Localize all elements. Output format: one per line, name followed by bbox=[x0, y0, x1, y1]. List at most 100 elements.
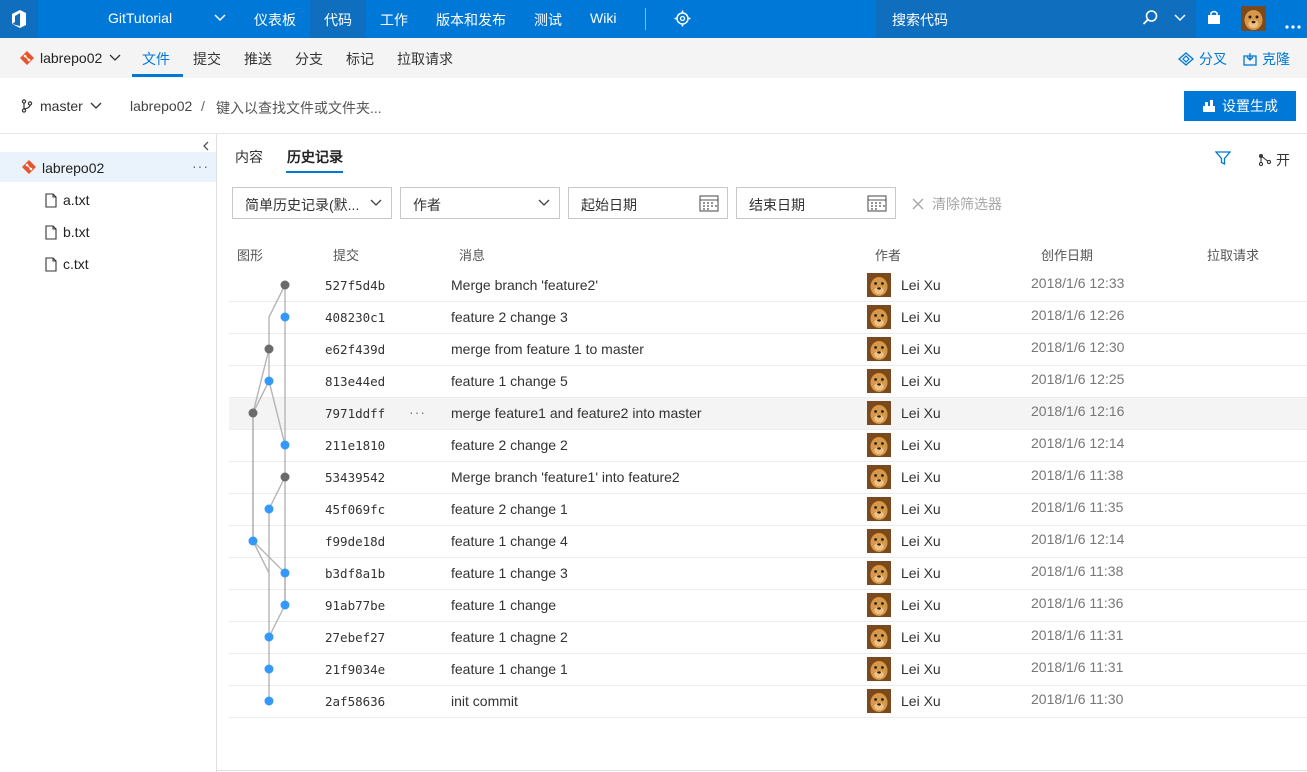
commit-id-link[interactable]: 53439542 bbox=[325, 470, 385, 485]
file-icon bbox=[45, 256, 57, 272]
end-date-input[interactable]: 结束日期 bbox=[736, 187, 896, 219]
commit-message[interactable]: feature 2 change 1 bbox=[451, 501, 568, 517]
tree-file-item[interactable]: a.txt bbox=[45, 192, 89, 208]
commit-row[interactable]: 211e1810 feature 2 change 2 Lei Xu 2018/1/6… bbox=[229, 430, 1307, 462]
commit-id-link[interactable]: 408230c1 bbox=[325, 310, 385, 325]
commit-row[interactable]: 408230c1 feature 2 change 3 Lei Xu 2018/1/6… bbox=[229, 302, 1307, 334]
project-name[interactable]: GitTutorial bbox=[108, 10, 172, 26]
calendar-icon[interactable] bbox=[867, 194, 887, 215]
commit-message[interactable]: feature 1 change 3 bbox=[451, 565, 568, 581]
vsts-logo-icon[interactable] bbox=[0, 0, 38, 38]
commit-node bbox=[280, 440, 290, 450]
commit-date: 2018/1/6 11:38 bbox=[1031, 467, 1124, 483]
commit-id-link[interactable]: 27ebef27 bbox=[325, 630, 385, 645]
tab-files[interactable]: 文件 bbox=[142, 49, 170, 69]
tab-commits[interactable]: 提交 bbox=[193, 49, 221, 69]
commit-message[interactable]: feature 2 change 3 bbox=[451, 309, 568, 325]
commit-row[interactable]: 27ebef27 feature 1 chagne 2 Lei Xu 2018/1/6… bbox=[229, 622, 1307, 654]
commit-message[interactable]: Merge branch 'feature2' bbox=[451, 277, 598, 293]
column-header-date[interactable]: 创作日期 bbox=[1041, 245, 1093, 264]
commit-message[interactable]: feature 1 change 1 bbox=[451, 661, 568, 677]
row-more-options-icon[interactable]: ··· bbox=[409, 404, 426, 420]
marketplace-bag-icon[interactable] bbox=[1206, 10, 1222, 29]
more-options-icon[interactable] bbox=[1285, 16, 1301, 32]
tree-root-more-icon[interactable]: ··· bbox=[192, 158, 209, 174]
nav-wiki[interactable]: Wiki bbox=[590, 10, 616, 26]
nav-build-release[interactable]: 版本和发布 bbox=[436, 10, 506, 30]
commit-row[interactable]: 7971ddff ··· merge feature1 and feature2 i… bbox=[229, 398, 1307, 430]
tab-contents[interactable]: 内容 bbox=[235, 147, 263, 167]
commit-id-link[interactable]: f99de18d bbox=[325, 534, 385, 549]
commit-row[interactable]: 813e44ed feature 1 change 5 Lei Xu 2018/1/6… bbox=[229, 366, 1307, 398]
commit-message[interactable]: Merge branch 'feature1' into feature2 bbox=[451, 469, 680, 485]
chevron-down-icon[interactable] bbox=[213, 11, 227, 28]
filter-icon[interactable] bbox=[1214, 150, 1232, 169]
clear-filters-button[interactable]: 清除筛选器 bbox=[912, 194, 1002, 214]
author-avatar bbox=[867, 497, 891, 521]
open-button[interactable]: 开 bbox=[1258, 150, 1290, 170]
commit-author: Lei Xu bbox=[901, 501, 941, 517]
commit-message[interactable]: feature 1 change bbox=[451, 597, 556, 613]
commit-id-link[interactable]: 211e1810 bbox=[325, 438, 385, 453]
nav-test[interactable]: 测试 bbox=[534, 10, 562, 30]
commit-row[interactable]: 527f5d4b Merge branch 'feature2' Lei Xu 201… bbox=[229, 270, 1307, 302]
tree-file-item[interactable]: c.txt bbox=[45, 256, 89, 272]
tab-history[interactable]: 历史记录 bbox=[287, 147, 343, 167]
clone-label: 克隆 bbox=[1262, 51, 1290, 67]
tree-file-item[interactable]: b.txt bbox=[45, 224, 89, 240]
commit-message[interactable]: merge feature1 and feature2 into master bbox=[451, 405, 702, 421]
calendar-icon[interactable] bbox=[699, 194, 719, 215]
chevron-down-icon bbox=[90, 102, 102, 109]
nav-code[interactable]: 代码 bbox=[324, 10, 352, 30]
commit-message[interactable]: merge from feature 1 to master bbox=[451, 341, 644, 357]
commit-id-link[interactable]: 45f069fc bbox=[325, 502, 385, 517]
commit-row[interactable]: 21f9034e feature 1 change 1 Lei Xu 2018/1/6… bbox=[229, 654, 1307, 686]
commit-message[interactable]: feature 1 change 5 bbox=[451, 373, 568, 389]
fork-button[interactable]: 分叉 bbox=[1178, 49, 1227, 69]
commit-node bbox=[280, 312, 290, 322]
commit-message[interactable]: init commit bbox=[451, 693, 518, 709]
commit-message[interactable]: feature 2 change 2 bbox=[451, 437, 568, 453]
commit-message[interactable]: feature 1 change 4 bbox=[451, 533, 568, 549]
branch-selector[interactable]: master bbox=[20, 98, 103, 114]
file-search-input[interactable]: 键入以查找文件或文件夹... bbox=[216, 98, 382, 118]
commit-row[interactable]: e62f439d merge from feature 1 to master Le… bbox=[229, 334, 1307, 366]
start-date-input[interactable]: 起始日期 bbox=[568, 187, 728, 219]
author-avatar bbox=[867, 529, 891, 553]
settings-gear-icon[interactable] bbox=[674, 10, 691, 30]
branch-icon bbox=[21, 99, 33, 113]
commit-id-link[interactable]: 2af58636 bbox=[325, 694, 385, 709]
commit-id-link[interactable]: 91ab77be bbox=[325, 598, 385, 613]
chevron-down-icon[interactable] bbox=[1173, 11, 1187, 28]
commit-id-link[interactable]: b3df8a1b bbox=[325, 566, 385, 581]
column-header-graph: 图形 bbox=[237, 248, 264, 263]
author-avatar bbox=[867, 625, 891, 649]
nav-dashboard[interactable]: 仪表板 bbox=[254, 10, 296, 30]
commit-row[interactable]: 53439542 Merge branch 'feature1' into fea… bbox=[229, 462, 1307, 494]
clone-button[interactable]: 克隆 bbox=[1243, 49, 1290, 69]
nav-work[interactable]: 工作 bbox=[380, 10, 408, 30]
repo-selector[interactable]: labrepo02 bbox=[20, 50, 122, 66]
commit-row[interactable]: b3df8a1b feature 1 change 3 Lei Xu 2018/1/6… bbox=[229, 558, 1307, 590]
setup-build-button[interactable]: 设置生成 bbox=[1184, 91, 1296, 121]
tab-pushes[interactable]: 推送 bbox=[244, 49, 272, 69]
commit-row[interactable]: 45f069fc feature 2 change 1 Lei Xu 2018/1/6… bbox=[229, 494, 1307, 526]
commit-id-link[interactable]: 21f9034e bbox=[325, 662, 385, 677]
history-mode-dropdown[interactable]: 简单历史记录(默... bbox=[232, 187, 392, 219]
clone-icon bbox=[1243, 53, 1257, 66]
commit-row[interactable]: 91ab77be feature 1 change Lei Xu 2018/1/6 1… bbox=[229, 590, 1307, 622]
commit-id-link[interactable]: 813e44ed bbox=[325, 374, 385, 389]
commit-id-link[interactable]: 527f5d4b bbox=[325, 278, 385, 293]
user-avatar[interactable] bbox=[1241, 6, 1266, 34]
author-dropdown[interactable]: 作者 bbox=[400, 187, 560, 219]
tab-branches[interactable]: 分支 bbox=[295, 49, 323, 69]
commit-id-link[interactable]: 7971ddff bbox=[325, 406, 385, 421]
path-repo-link[interactable]: labrepo02 bbox=[130, 98, 192, 114]
search-icon[interactable] bbox=[1142, 9, 1159, 29]
commit-row[interactable]: 2af58636 init commit Lei Xu 2018/1/6 11:30 bbox=[229, 686, 1307, 718]
tab-tags[interactable]: 标记 bbox=[346, 49, 374, 69]
tab-pull-requests[interactable]: 拉取请求 bbox=[397, 49, 453, 69]
commit-row[interactable]: f99de18d feature 1 change 4 Lei Xu 2018/1/6… bbox=[229, 526, 1307, 558]
commit-id-link[interactable]: e62f439d bbox=[325, 342, 385, 357]
commit-message[interactable]: feature 1 chagne 2 bbox=[451, 629, 568, 645]
